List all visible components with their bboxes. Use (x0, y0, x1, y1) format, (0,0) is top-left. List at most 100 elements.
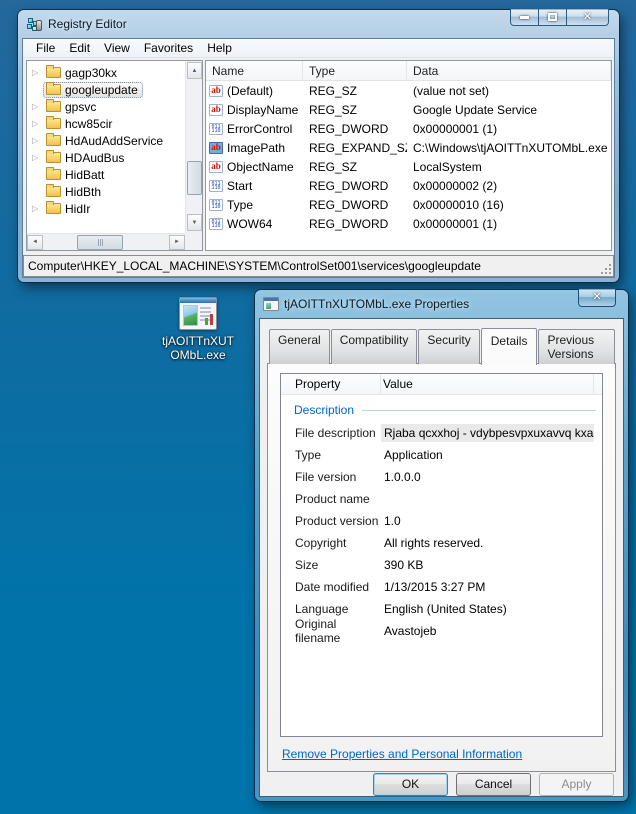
detail-row-product-name[interactable]: Product name (281, 488, 602, 510)
tree-vertical-scrollbar[interactable]: ▲ ▼ (185, 61, 202, 233)
cancel-button[interactable]: Cancel (456, 773, 531, 796)
dword-value-icon: 011110 (209, 180, 223, 192)
registry-titlebar[interactable]: Registry Editor ✕ (22, 10, 615, 38)
detail-row-size[interactable]: Size 390 KB (281, 554, 602, 576)
registry-key-path: Computer\HKEY_LOCAL_MACHINE\SYSTEM\Contr… (28, 259, 481, 273)
folder-icon (46, 101, 61, 112)
column-header-name[interactable]: Name (206, 61, 303, 80)
ok-button[interactable]: OK (373, 773, 448, 796)
detail-row-original-filename[interactable]: Original filename Avastojeb (281, 620, 602, 642)
string-value-icon: ab (209, 104, 223, 116)
tree-item-googleupdate[interactable]: ▷ googleupdate (27, 81, 202, 98)
menu-view[interactable]: View (97, 39, 137, 57)
tab-previous-versions[interactable]: Previous Versions (538, 329, 615, 364)
details-column-headers: Property Value (281, 374, 602, 395)
menu-help[interactable]: Help (200, 39, 239, 57)
maximize-icon (548, 13, 557, 21)
value-row-imagepath[interactable]: abImagePath REG_EXPAND_SZ C:\Windows\tjA… (206, 138, 611, 157)
scroll-up-icon[interactable]: ▲ (187, 62, 202, 79)
expander-icon[interactable]: ▷ (32, 153, 41, 162)
tree-item-hdaudbus[interactable]: ▷ HDAudBus (27, 149, 202, 166)
registry-editor-window: Registry Editor ✕ File Edit View Favorit… (18, 10, 619, 282)
close-icon: ✕ (592, 292, 601, 303)
tree-item-hcw85cir[interactable]: ▷ hcw85cir (27, 115, 202, 132)
expander-icon[interactable]: ▷ (32, 204, 41, 213)
string-value-icon: ab (209, 85, 223, 97)
dialog-titlebar[interactable]: tjAOITTnXUTOMbL.exe Properties ✕ (259, 290, 624, 318)
scrollbar-corner (185, 233, 202, 250)
detail-row-product-version[interactable]: Product version 1.0 (281, 510, 602, 532)
tree-horizontal-scrollbar[interactable]: ◄ ► (27, 233, 185, 250)
expander-icon[interactable]: ▷ (32, 102, 41, 111)
column-header-property: Property (281, 374, 381, 394)
expander-icon[interactable]: ▷ (32, 68, 41, 77)
value-row-wow64[interactable]: 011110WOW64 REG_DWORD 0x00000001 (1) (206, 214, 611, 233)
dialog-button-row: OK Cancel Apply (267, 772, 616, 796)
tab-compatibility[interactable]: Compatibility (331, 329, 418, 364)
tree-vscroll-thumb[interactable] (187, 161, 202, 195)
folder-icon (46, 67, 61, 78)
menu-edit[interactable]: Edit (62, 39, 97, 57)
folder-icon (46, 186, 61, 197)
registry-values-pane: Name Type Data ab(Default) REG_SZ (value… (205, 60, 612, 251)
maximize-button[interactable] (539, 9, 567, 26)
desktop-icon-tjaoittnxutombl[interactable]: tjAOITTnXUT OMbL.exe (156, 297, 240, 362)
folder-icon (46, 118, 61, 129)
value-row-objectname[interactable]: abObjectName REG_SZ LocalSystem (206, 157, 611, 176)
folder-icon (46, 135, 61, 146)
detail-row-file-description[interactable]: File description Rjaba qcxxhoj - vdybpes… (281, 422, 602, 444)
column-header-data[interactable]: Data (407, 61, 611, 80)
desktop: { "icons": { "expander_glyph": "▷", "scr… (0, 0, 636, 814)
menu-favorites[interactable]: Favorites (137, 39, 200, 57)
values-column-headers: Name Type Data (206, 61, 611, 81)
folder-icon (46, 84, 61, 95)
tree-item-hidir[interactable]: ▷ HidIr (27, 200, 202, 217)
section-header-description: Description (281, 403, 602, 417)
details-property-list: Property Value Description File descript… (280, 373, 603, 737)
value-row-type[interactable]: 011110Type REG_DWORD 0x00000010 (16) (206, 195, 611, 214)
minimize-icon (520, 16, 529, 19)
tree-item-hidbatt[interactable]: ▷ HidBatt (27, 166, 202, 183)
expander-icon[interactable]: ▷ (32, 119, 41, 128)
tab-general[interactable]: General (269, 329, 330, 364)
dialog-title: tjAOITTnXUTOMbL.exe Properties (284, 297, 469, 311)
tree-item-gagp30kx[interactable]: ▷ gagp30kx (27, 64, 202, 81)
resize-grip[interactable] (601, 264, 611, 274)
menubar: File Edit View Favorites Help (23, 39, 614, 58)
application-icon (179, 297, 217, 330)
registry-app-icon (26, 17, 43, 32)
value-row-errorcontrol[interactable]: 011110ErrorControl REG_DWORD 0x00000001 … (206, 119, 611, 138)
column-header-value: Value (381, 374, 594, 394)
close-button[interactable]: ✕ (567, 9, 609, 26)
value-row-start[interactable]: 011110Start REG_DWORD 0x00000002 (2) (206, 176, 611, 195)
scroll-down-icon[interactable]: ▼ (187, 214, 202, 231)
detail-row-type[interactable]: Type Application (281, 444, 602, 466)
folder-icon (46, 152, 61, 163)
detail-row-copyright[interactable]: Copyright All rights reserved. (281, 532, 602, 554)
properties-dialog: tjAOITTnXUTOMbL.exe Properties ✕ General… (255, 290, 628, 801)
apply-button: Apply (539, 773, 614, 796)
detail-row-file-version[interactable]: File version 1.0.0.0 (281, 466, 602, 488)
expander-icon[interactable]: ▷ (32, 136, 41, 145)
tree-item-hdaudaddservice[interactable]: ▷ HdAudAddService (27, 132, 202, 149)
scroll-left-icon[interactable]: ◄ (27, 235, 43, 250)
tree-hscroll-thumb[interactable] (77, 235, 123, 250)
tab-security[interactable]: Security (418, 329, 479, 364)
column-header-type[interactable]: Type (303, 61, 407, 80)
tree-item-gpsvc[interactable]: ▷ gpsvc (27, 98, 202, 115)
dialog-close-button[interactable]: ✕ (578, 289, 616, 307)
scroll-right-icon[interactable]: ► (169, 235, 185, 250)
minimize-button[interactable] (510, 9, 539, 26)
remove-properties-link[interactable]: Remove Properties and Personal Informati… (282, 747, 522, 761)
detail-row-date-modified[interactable]: Date modified 1/13/2015 3:27 PM (281, 576, 602, 598)
tree-item-hidbth[interactable]: ▷ HidBth (27, 183, 202, 200)
exe-file-icon (263, 297, 279, 311)
tab-details[interactable]: Details (481, 328, 538, 365)
dword-value-icon: 011110 (209, 199, 223, 211)
string-value-icon-selected: ab (209, 142, 223, 154)
value-row-displayname[interactable]: abDisplayName REG_SZ Google Update Servi… (206, 100, 611, 119)
menu-file[interactable]: File (29, 39, 62, 57)
registry-window-title: Registry Editor (48, 17, 127, 31)
value-row-default[interactable]: ab(Default) REG_SZ (value not set) (206, 81, 611, 100)
registry-statusbar: Computer\HKEY_LOCAL_MACHINE\SYSTEM\Contr… (23, 255, 614, 277)
